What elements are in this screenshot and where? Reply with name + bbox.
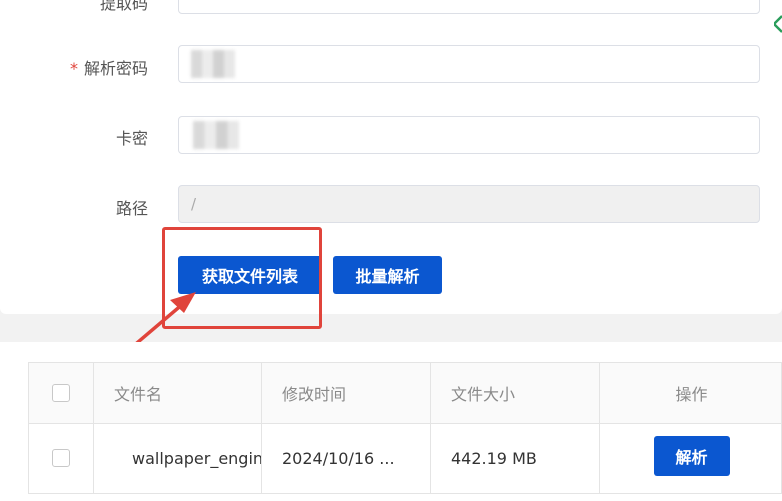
row-action-cell: 解析: [600, 423, 782, 493]
table-row: wallpaper_engine 2024/10/16 ... 442.19 M…: [29, 423, 781, 493]
row-select-cell: [29, 423, 94, 493]
row-size: 442.19 MB: [431, 423, 600, 493]
header-modified[interactable]: 修改时间: [262, 363, 431, 423]
header-action: 操作: [675, 385, 708, 404]
row-modified: 2024/10/16 ...: [262, 423, 431, 493]
table-header: 文件名 修改时间 文件大小 操作: [29, 363, 781, 424]
header-size[interactable]: 文件大小: [431, 363, 600, 423]
file-table: 文件名 修改时间 文件大小 操作 wallpaper_engine 2024/1…: [28, 362, 782, 494]
row-checkbox[interactable]: [52, 449, 70, 467]
header-filename[interactable]: 文件名: [94, 363, 262, 423]
select-all-cell: [29, 363, 94, 423]
row-filename: wallpaper_engine: [94, 423, 262, 493]
select-all-checkbox[interactable]: [52, 384, 70, 402]
parse-button[interactable]: 解析: [653, 436, 730, 476]
